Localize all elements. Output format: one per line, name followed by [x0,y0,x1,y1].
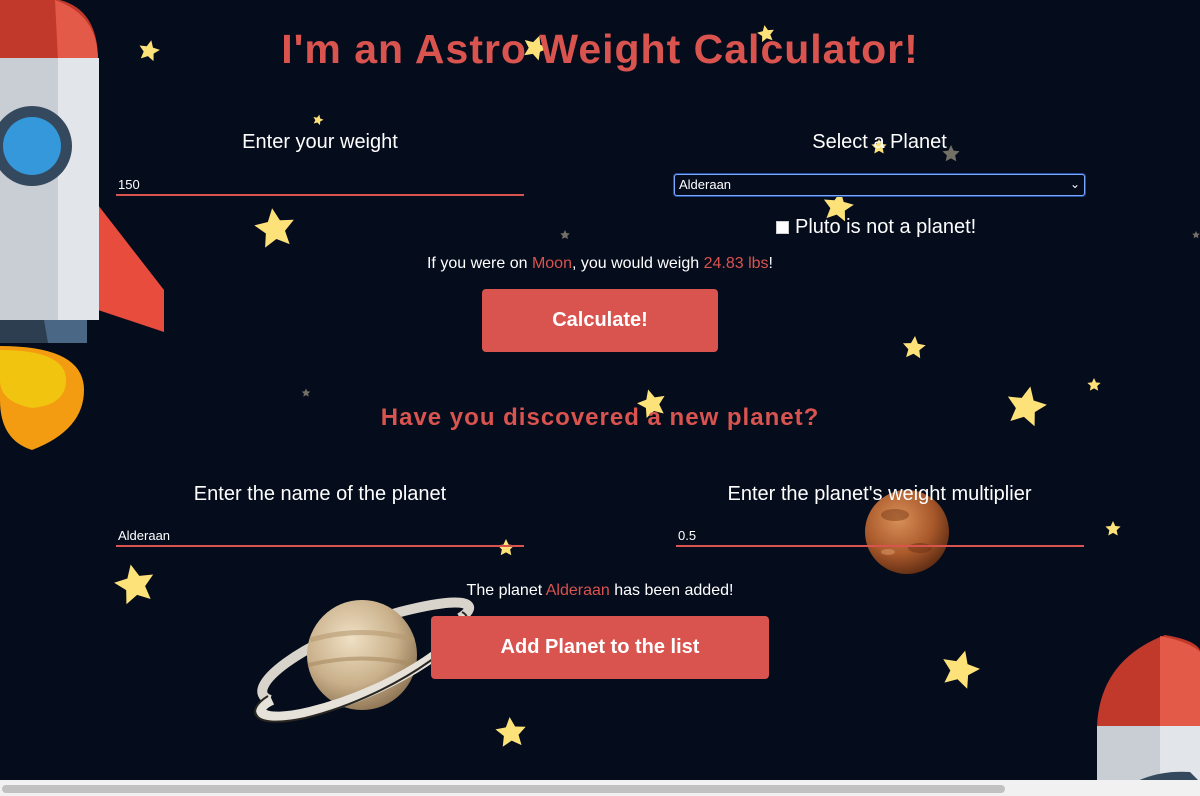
scrollbar-thumb[interactable] [2,785,1005,793]
planet-name-input[interactable] [116,527,524,547]
planet-select[interactable]: Alderaan ⌄ [674,174,1085,196]
page-title: I'm an Astro Weight Calculator! [281,26,919,72]
result-prefix: If you were on [426,255,532,272]
added-suffix: has been added! [609,582,734,599]
rocket-right [1097,635,1200,782]
result-middle: , you would weigh [571,255,704,272]
added-planet-name: Alderaan [545,582,610,599]
chevron-down-icon: ⌄ [1069,177,1080,191]
weight-result: If you were on Moon, you would weigh 24.… [0,255,1200,273]
result-suffix: ! [768,255,773,272]
pluto-checkbox-label: Pluto is not a planet! [795,216,977,238]
pluto-checkbox-row[interactable]: Pluto is not a planet! [776,216,976,239]
added-prefix: The planet [466,582,546,599]
multiplier-label: Enter the planet's weight multiplier [727,483,1032,505]
planet-select-value: Alderaan [679,177,732,192]
planet-name-label: Enter the name of the planet [193,483,447,505]
multiplier-input[interactable] [676,527,1084,547]
weight-label: Enter your weight [242,131,398,153]
new-planet-heading: Have you discovered a new planet? [380,404,820,431]
result-weight: 24.83 lbs [703,255,769,272]
planet-added-message: The planet Alderaan has been added! [0,582,1200,600]
add-planet-button[interactable]: Add Planet to the list [431,616,769,679]
weight-input[interactable] [116,176,524,196]
calculate-button[interactable]: Calculate! [482,289,718,352]
result-planet: Moon [531,255,572,272]
pluto-checkbox[interactable] [776,221,789,234]
planet-select-label: Select a Planet [812,131,947,153]
